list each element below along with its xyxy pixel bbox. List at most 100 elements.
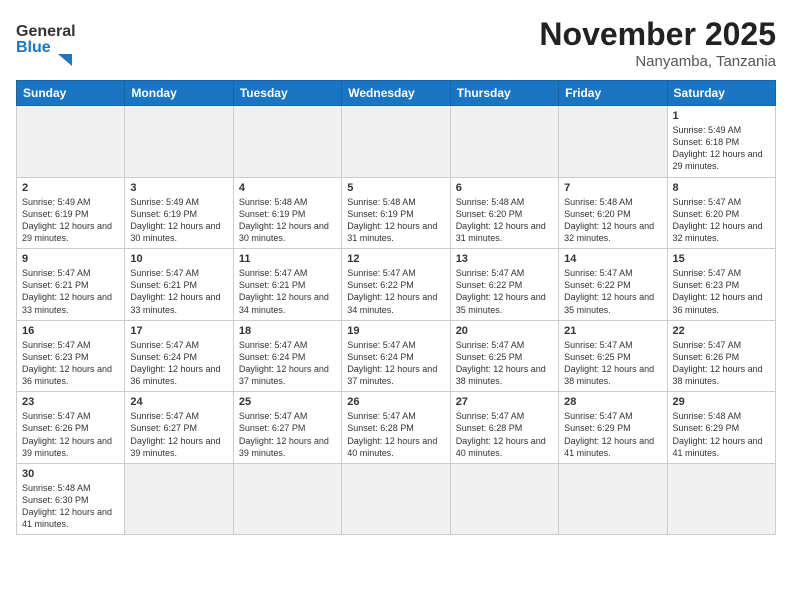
header-friday: Friday: [559, 81, 667, 106]
day-info: Sunrise: 5:47 AMSunset: 6:28 PMDaylight:…: [456, 410, 553, 459]
day-info: Sunrise: 5:47 AMSunset: 6:23 PMDaylight:…: [22, 339, 119, 388]
day-number: 12: [347, 253, 444, 265]
day-number: 21: [564, 325, 661, 337]
table-row: 20 Sunrise: 5:47 AMSunset: 6:25 PMDayligh…: [450, 320, 558, 392]
table-row: [450, 463, 558, 535]
day-number: 30: [22, 468, 119, 480]
day-info: Sunrise: 5:47 AMSunset: 6:23 PMDaylight:…: [673, 267, 770, 316]
day-info: Sunrise: 5:47 AMSunset: 6:20 PMDaylight:…: [673, 196, 770, 245]
day-info: Sunrise: 5:47 AMSunset: 6:21 PMDaylight:…: [22, 267, 119, 316]
header-wednesday: Wednesday: [342, 81, 450, 106]
day-number: 18: [239, 325, 336, 337]
svg-text:Blue: Blue: [16, 39, 51, 56]
header-thursday: Thursday: [450, 81, 558, 106]
table-row: 15Sunrise: 5:47 AMSunset: 6:23 PMDayligh…: [667, 249, 775, 321]
day-number: 2: [22, 182, 119, 194]
day-info: Sunrise: 5:47 AMSunset: 6:24 PMDaylight:…: [239, 339, 336, 388]
day-info: Sunrise: 5:49 AMSunset: 6:19 PMDaylight:…: [22, 196, 119, 245]
calendar-table: Sunday Monday Tuesday Wednesday Thursday…: [16, 80, 776, 535]
calendar-row: 16 Sunrise: 5:47 AMSunset: 6:23 PMDayligh…: [17, 320, 776, 392]
day-info: Sunrise: 5:47 AMSunset: 6:28 PMDaylight:…: [347, 410, 444, 459]
day-number: 22: [673, 325, 770, 337]
table-row: [125, 463, 233, 535]
day-number: 29: [673, 396, 770, 408]
table-row: [125, 106, 233, 178]
day-info: Sunrise: 5:48 AMSunset: 6:20 PMDaylight:…: [564, 196, 661, 245]
day-info: Sunrise: 5:47 AMSunset: 6:21 PMDaylight:…: [239, 267, 336, 316]
calendar-row: 1 Sunrise: 5:49 AMSunset: 6:18 PMDaylight…: [17, 106, 776, 178]
day-number: 24: [130, 396, 227, 408]
table-row: 3Sunrise: 5:49 AMSunset: 6:19 PMDaylight…: [125, 177, 233, 249]
day-info: Sunrise: 5:47 AMSunset: 6:29 PMDaylight:…: [564, 410, 661, 459]
header-tuesday: Tuesday: [233, 81, 341, 106]
day-info: Sunrise: 5:47 AMSunset: 6:26 PMDaylight:…: [673, 339, 770, 388]
day-info: Sunrise: 5:47 AMSunset: 6:25 PMDaylight:…: [456, 339, 553, 388]
table-row: 25 Sunrise: 5:47 AMSunset: 6:27 PMDayligh…: [233, 392, 341, 464]
calendar-row: 2 Sunrise: 5:49 AMSunset: 6:19 PMDaylight…: [17, 177, 776, 249]
day-number: 7: [564, 182, 661, 194]
table-row: 22 Sunrise: 5:47 AMSunset: 6:26 PMDayligh…: [667, 320, 775, 392]
page-header: General Blue November 2025 Nanyamba, Tan…: [16, 16, 776, 70]
day-info: Sunrise: 5:48 AMSunset: 6:29 PMDaylight:…: [673, 410, 770, 459]
table-row: [17, 106, 125, 178]
day-info: Sunrise: 5:47 AMSunset: 6:25 PMDaylight:…: [564, 339, 661, 388]
day-number: 1: [673, 110, 770, 122]
table-row: 24Sunrise: 5:47 AMSunset: 6:27 PMDayligh…: [125, 392, 233, 464]
table-row: 26 Sunrise: 5:47 AMSunset: 6:28 PMDayligh…: [342, 392, 450, 464]
table-row: 21 Sunrise: 5:47 AMSunset: 6:25 PMDayligh…: [559, 320, 667, 392]
month-title: November 2025: [539, 16, 776, 53]
day-number: 26: [347, 396, 444, 408]
calendar-row: 30 Sunrise: 5:48 AMSunset: 6:30 PMDayligh…: [17, 463, 776, 535]
day-number: 9: [22, 253, 119, 265]
day-number: 19: [347, 325, 444, 337]
day-number: 6: [456, 182, 553, 194]
table-row: 19Sunrise: 5:47 AMSunset: 6:24 PMDayligh…: [342, 320, 450, 392]
table-row: [233, 463, 341, 535]
weekday-header-row: Sunday Monday Tuesday Wednesday Thursday…: [17, 81, 776, 106]
table-row: 7 Sunrise: 5:48 AMSunset: 6:20 PMDaylight…: [559, 177, 667, 249]
day-number: 20: [456, 325, 553, 337]
header-monday: Monday: [125, 81, 233, 106]
table-row: 28 Sunrise: 5:47 AMSunset: 6:29 PMDayligh…: [559, 392, 667, 464]
day-number: 25: [239, 396, 336, 408]
day-number: 10: [130, 253, 227, 265]
day-info: Sunrise: 5:49 AMSunset: 6:19 PMDaylight:…: [130, 196, 227, 245]
day-info: Sunrise: 5:48 AMSunset: 6:30 PMDaylight:…: [22, 482, 119, 531]
table-row: 10 Sunrise: 5:47 AMSunset: 6:21 PMDayligh…: [125, 249, 233, 321]
table-row: [450, 106, 558, 178]
day-info: Sunrise: 5:47 AMSunset: 6:26 PMDaylight:…: [22, 410, 119, 459]
svg-text:General: General: [16, 23, 76, 40]
table-row: 9 Sunrise: 5:47 AMSunset: 6:21 PMDaylight…: [17, 249, 125, 321]
day-info: Sunrise: 5:47 AMSunset: 6:22 PMDaylight:…: [347, 267, 444, 316]
logo: General Blue: [16, 16, 76, 66]
day-number: 14: [564, 253, 661, 265]
table-row: 4Sunrise: 5:48 AMSunset: 6:19 PMDaylight…: [233, 177, 341, 249]
day-number: 17: [130, 325, 227, 337]
day-info: Sunrise: 5:48 AMSunset: 6:20 PMDaylight:…: [456, 196, 553, 245]
day-info: Sunrise: 5:48 AMSunset: 6:19 PMDaylight:…: [239, 196, 336, 245]
table-row: [667, 463, 775, 535]
table-row: 27 Sunrise: 5:47 AMSunset: 6:28 PMDayligh…: [450, 392, 558, 464]
table-row: 23 Sunrise: 5:47 AMSunset: 6:26 PMDayligh…: [17, 392, 125, 464]
table-row: 8Sunrise: 5:47 AMSunset: 6:20 PMDaylight…: [667, 177, 775, 249]
table-row: 30 Sunrise: 5:48 AMSunset: 6:30 PMDayligh…: [17, 463, 125, 535]
calendar-row: 9 Sunrise: 5:47 AMSunset: 6:21 PMDaylight…: [17, 249, 776, 321]
calendar-row: 23 Sunrise: 5:47 AMSunset: 6:26 PMDayligh…: [17, 392, 776, 464]
day-number: 28: [564, 396, 661, 408]
table-row: 12 Sunrise: 5:47 AMSunset: 6:22 PMDayligh…: [342, 249, 450, 321]
day-number: 23: [22, 396, 119, 408]
day-info: Sunrise: 5:47 AMSunset: 6:27 PMDaylight:…: [239, 410, 336, 459]
table-row: [559, 463, 667, 535]
day-number: 16: [22, 325, 119, 337]
day-number: 11: [239, 253, 336, 265]
table-row: 2 Sunrise: 5:49 AMSunset: 6:19 PMDaylight…: [17, 177, 125, 249]
table-row: [342, 106, 450, 178]
day-info: Sunrise: 5:47 AMSunset: 6:24 PMDaylight:…: [130, 339, 227, 388]
day-number: 27: [456, 396, 553, 408]
day-number: 13: [456, 253, 553, 265]
header-sunday: Sunday: [17, 81, 125, 106]
table-row: [233, 106, 341, 178]
day-info: Sunrise: 5:49 AMSunset: 6:18 PMDaylight:…: [673, 124, 770, 173]
day-info: Sunrise: 5:47 AMSunset: 6:21 PMDaylight:…: [130, 267, 227, 316]
table-row: 14Sunrise: 5:47 AMSunset: 6:22 PMDayligh…: [559, 249, 667, 321]
